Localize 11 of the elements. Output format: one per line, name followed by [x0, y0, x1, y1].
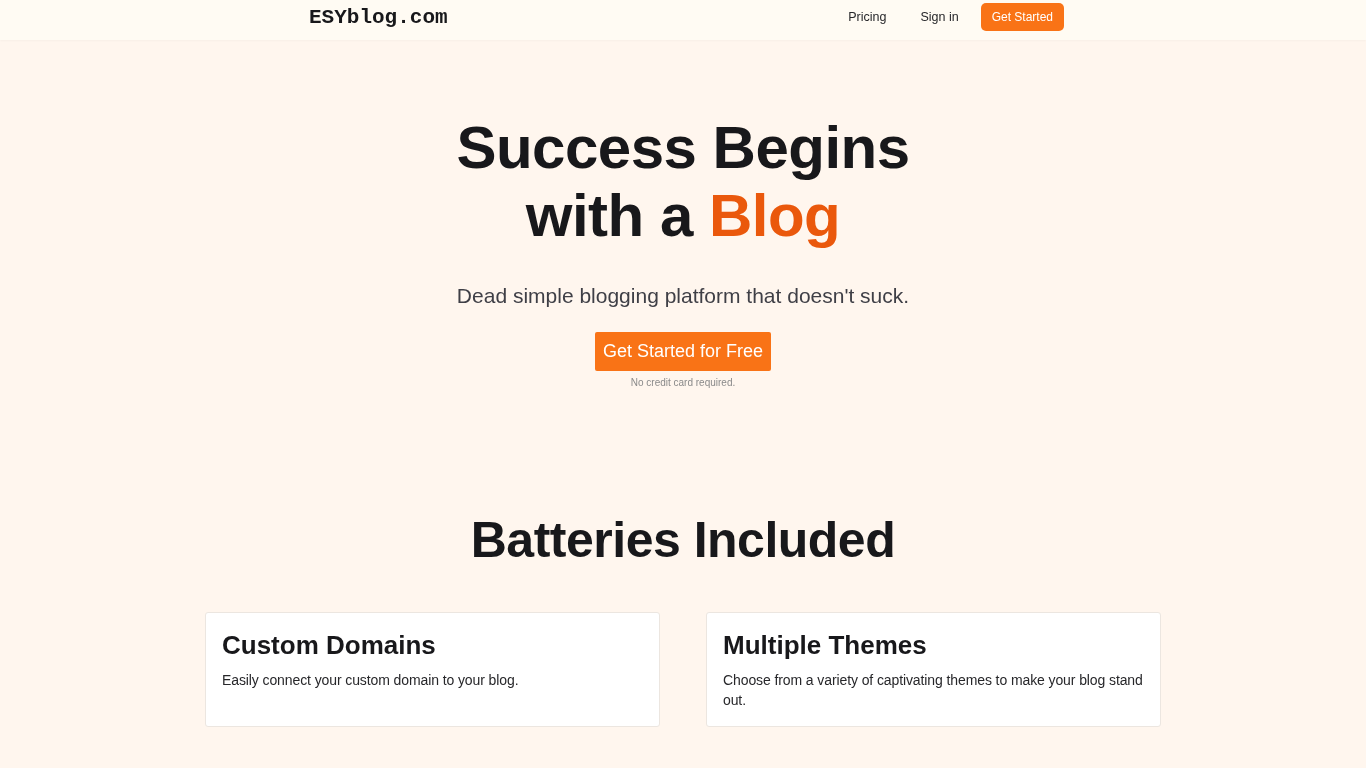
- section-heading: Batteries Included: [470, 511, 896, 570]
- nav-link[interactable]: Pricing: [836, 10, 899, 24]
- feature-title: Custom Domains: [222, 629, 437, 662]
- feature-description: Easily connect your custom domain to your blog.: [222, 671, 520, 690]
- cta-note: No credit card required.: [630, 377, 736, 388]
- feature-title: Multiple Themes: [723, 629, 928, 662]
- nav-link[interactable]: Sign in: [908, 10, 971, 24]
- hero-subtitle: Dead simple blogging platform that doesn't suck.: [456, 284, 910, 308]
- site-logo[interactable]: ESYblog.com: [309, 5, 448, 29]
- feature-description: Choose from a variety of captivating themes to make your blog stand out.: [723, 671, 1144, 710]
- hero-heading: Success Begins with a Blog: [455, 114, 911, 250]
